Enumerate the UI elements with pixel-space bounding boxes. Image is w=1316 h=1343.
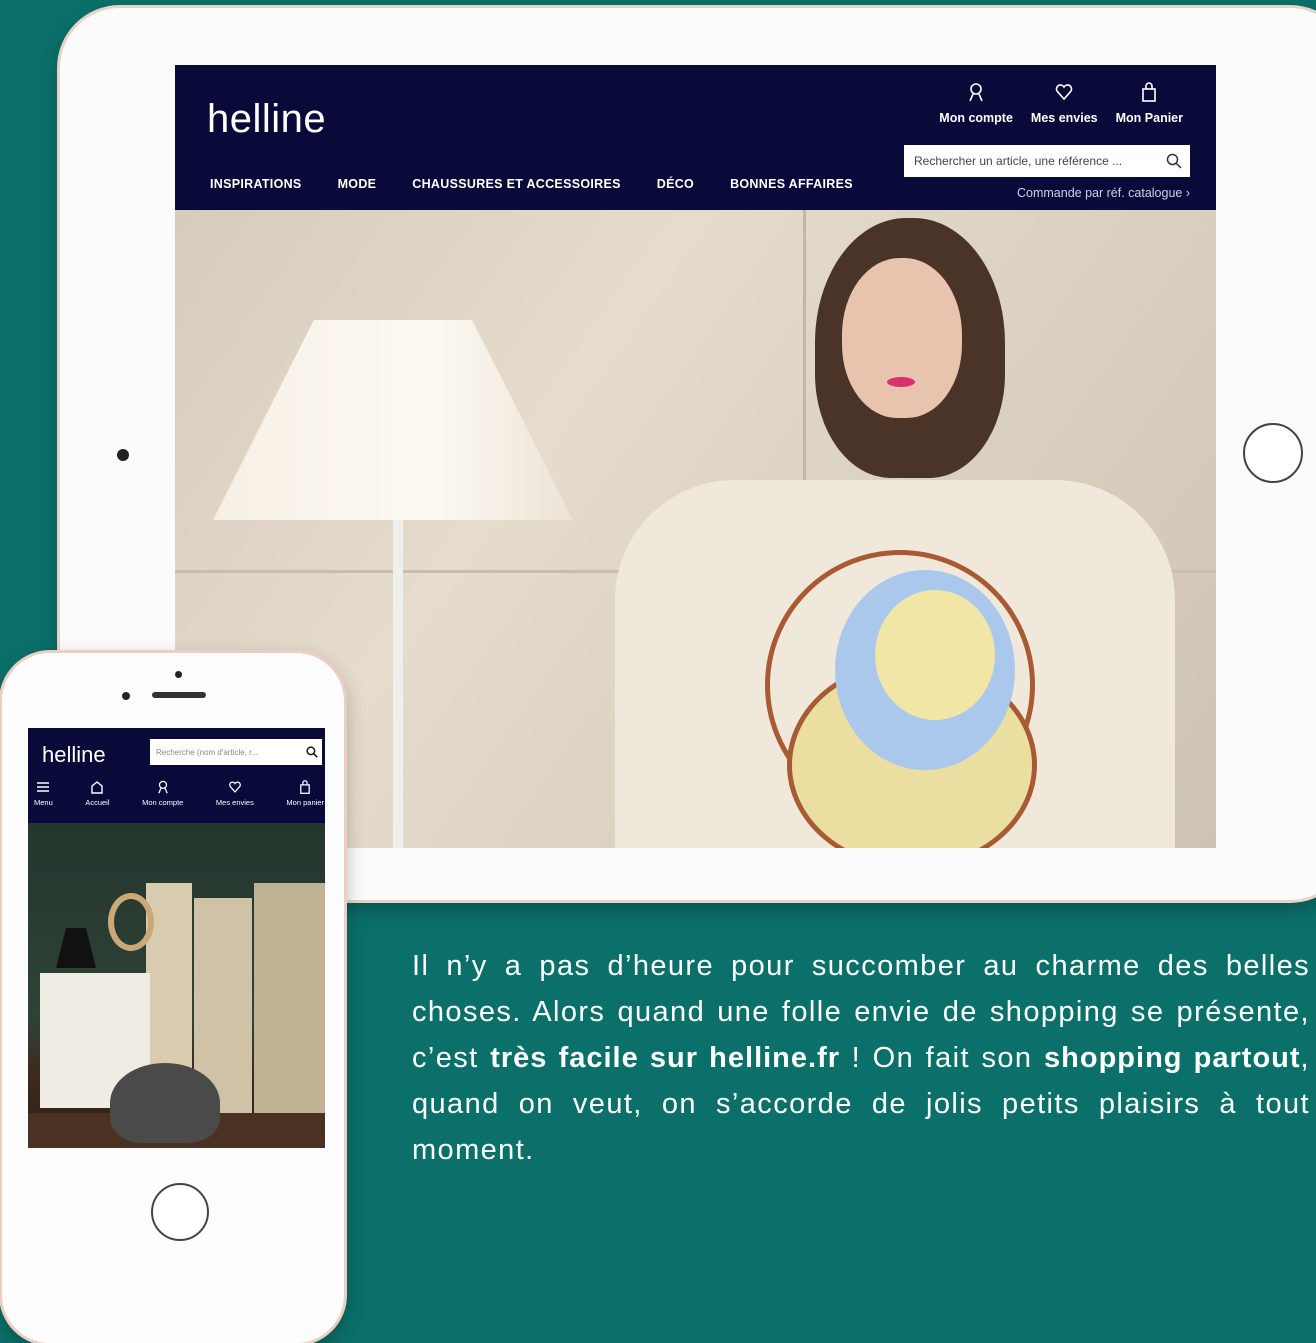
wishlist-label: Mes envies bbox=[1030, 111, 1098, 125]
model-face bbox=[842, 258, 962, 418]
mobile-nav-label: Mon compte bbox=[142, 798, 184, 807]
main-nav: INSPIRATIONS MODE CHAUSSURES ET ACCESSOI… bbox=[210, 177, 853, 191]
nav-inspirations[interactable]: INSPIRATIONS bbox=[210, 177, 302, 191]
account-icon bbox=[969, 83, 983, 102]
header-icon-bar: Mon compte Mes envies Mon Panier bbox=[939, 82, 1183, 125]
tablet-home-button[interactable] bbox=[1243, 423, 1303, 483]
tablet-camera bbox=[117, 449, 129, 461]
nav-mode[interactable]: MODE bbox=[338, 177, 377, 191]
promo-bold: très facile sur helline.fr bbox=[490, 1042, 841, 1074]
promo-paragraph: Il n’y a pas d’heure pour succomber au c… bbox=[412, 943, 1310, 1173]
floor-lamp-shade bbox=[213, 320, 573, 520]
elephant-statue bbox=[110, 1063, 220, 1143]
cart-label: Mon Panier bbox=[1115, 111, 1183, 125]
mobile-logo[interactable]: helline bbox=[42, 742, 106, 768]
search-icon[interactable] bbox=[1166, 153, 1182, 169]
account-label: Mon compte bbox=[939, 111, 1013, 125]
mobile-search-box bbox=[150, 739, 322, 765]
mobile-nav-wishlist[interactable]: Mes envies bbox=[216, 780, 254, 807]
nav-bonnes-affaires[interactable]: BONNES AFFAIRES bbox=[730, 177, 853, 191]
menu-icon bbox=[37, 782, 50, 792]
mobile-nav-menu[interactable]: Menu bbox=[34, 780, 53, 807]
mobile-nav-account[interactable]: Mon compte bbox=[142, 780, 183, 807]
mobile-nav-home[interactable]: Accueil bbox=[85, 780, 110, 807]
wishlist-link[interactable]: Mes envies bbox=[1031, 82, 1098, 125]
mobile-nav-label: Menu bbox=[34, 798, 53, 807]
account-icon bbox=[157, 780, 168, 794]
table-lamp bbox=[56, 928, 96, 968]
bag-icon bbox=[300, 780, 311, 794]
heart-icon bbox=[1055, 84, 1073, 101]
mobile-header: helline Menu bbox=[28, 728, 325, 823]
mobile-nav-label: Accueil bbox=[85, 798, 110, 807]
model-lips bbox=[887, 377, 915, 387]
catalog-order-link[interactable]: Commande par réf. catalogue › bbox=[1017, 186, 1190, 200]
promo-text: ! On fait son bbox=[840, 1042, 1045, 1074]
mobile-hero-banner[interactable] bbox=[28, 823, 325, 1148]
cart-link[interactable]: Mon Panier bbox=[1116, 82, 1183, 125]
bag-icon bbox=[1142, 82, 1157, 102]
nav-chaussures-accessoires[interactable]: CHAUSSURES ET ACCESSOIRES bbox=[412, 177, 620, 191]
mobile-nav-cart[interactable]: Mon panier bbox=[286, 780, 324, 807]
nav-deco[interactable]: DÉCO bbox=[657, 177, 694, 191]
heart-icon bbox=[229, 781, 241, 793]
phone-speaker bbox=[152, 692, 206, 698]
home-icon bbox=[91, 781, 104, 794]
folding-screen-panel bbox=[254, 883, 325, 1143]
floor-lamp-pole bbox=[393, 500, 403, 848]
search-box bbox=[904, 145, 1190, 177]
round-mirror bbox=[108, 893, 154, 951]
mobile-search-input[interactable] bbox=[154, 746, 306, 758]
mobile-nav-label: Mon panier bbox=[286, 798, 324, 807]
phone-camera bbox=[175, 671, 182, 678]
phone-home-button[interactable] bbox=[151, 1183, 209, 1241]
site-logo[interactable]: helline bbox=[207, 97, 326, 142]
mobile-nav: Menu Accueil Mon compte Mes envies Mon p… bbox=[34, 780, 324, 807]
search-icon[interactable] bbox=[306, 746, 318, 758]
site-header: helline Mon compte Mes envies Mon Panier… bbox=[175, 65, 1216, 210]
search-input[interactable] bbox=[912, 153, 1166, 169]
account-link[interactable]: Mon compte bbox=[939, 82, 1013, 125]
mobile-nav-label: Mes envies bbox=[215, 798, 254, 807]
phone-device: helline Menu bbox=[2, 653, 344, 1343]
phone-sensor bbox=[122, 692, 130, 700]
promo-bold: shopping partout bbox=[1044, 1042, 1301, 1074]
blouse-print bbox=[875, 590, 995, 720]
phone-screen: helline Menu bbox=[28, 728, 325, 1148]
